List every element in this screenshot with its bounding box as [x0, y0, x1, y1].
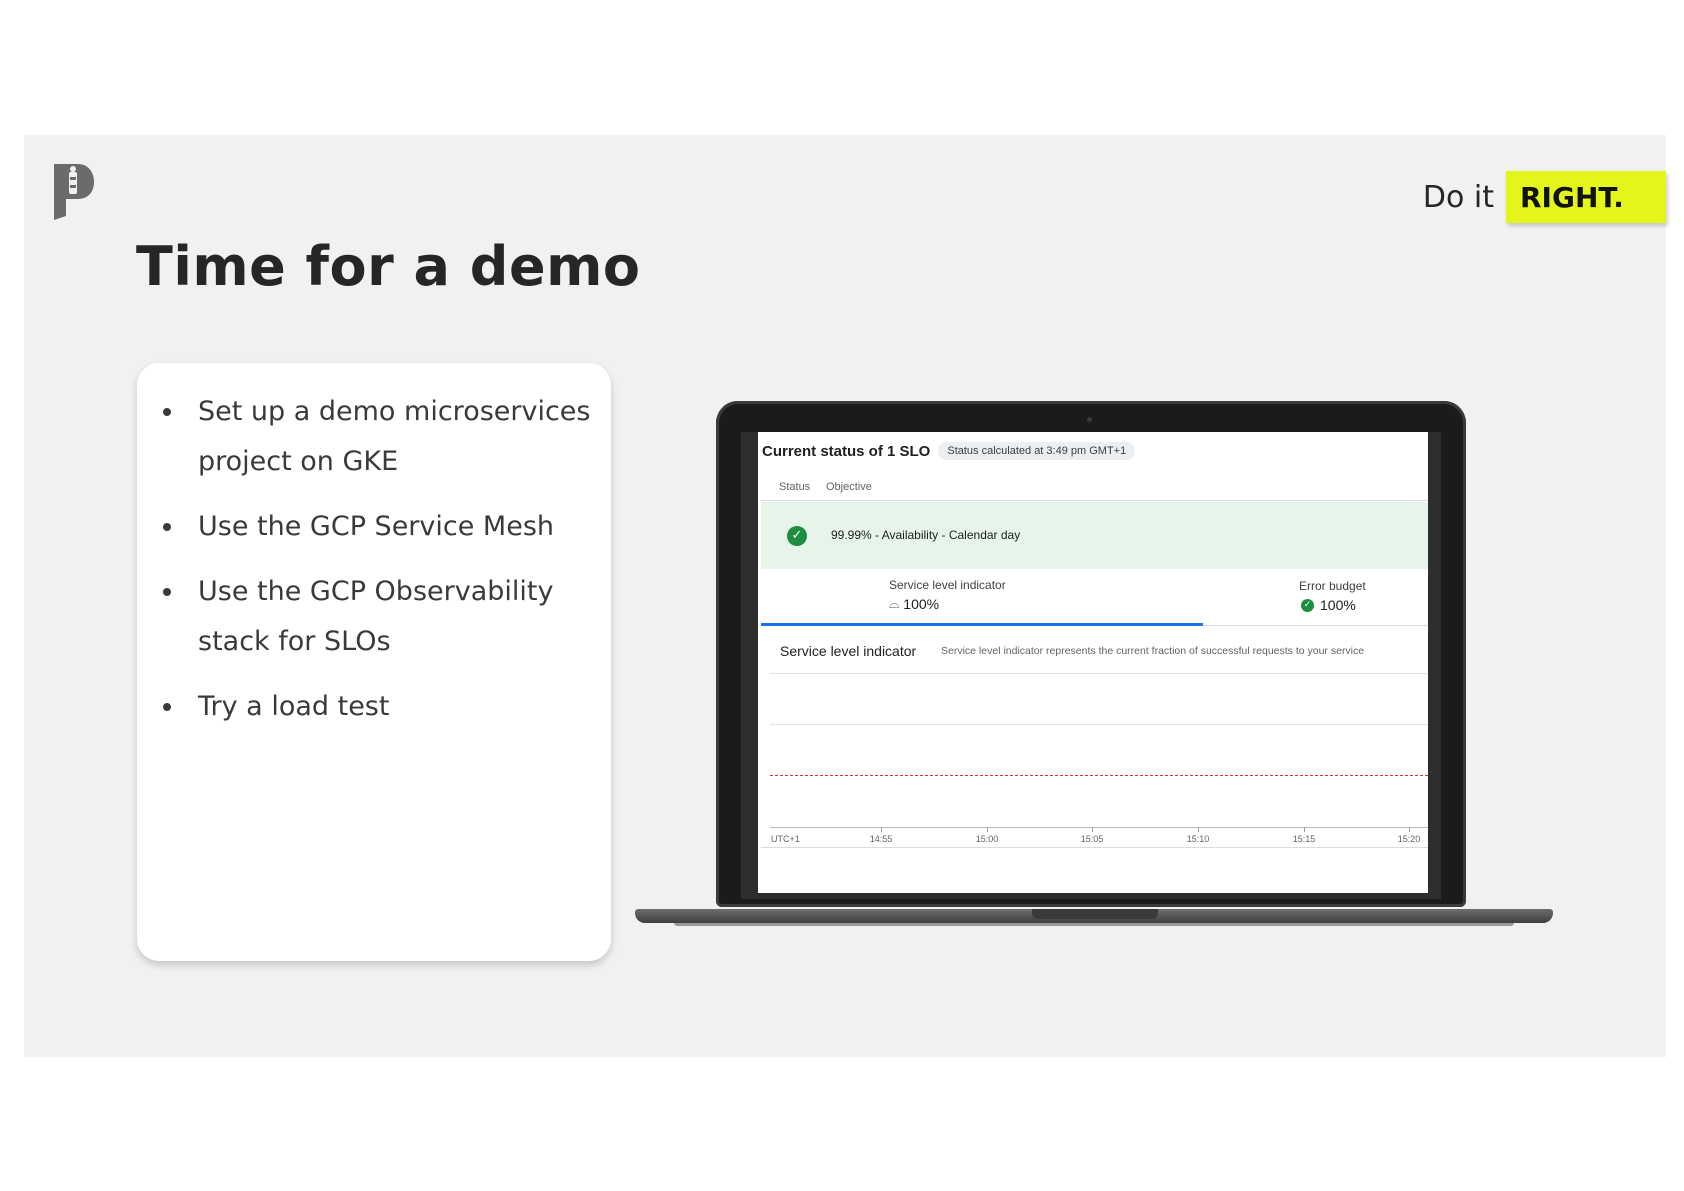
axis-timezone: UTC+1 — [771, 834, 800, 844]
check-circle-icon: ✓ — [1301, 598, 1314, 612]
slide: Do it RIGHT. Time for a demo Set up a de… — [24, 135, 1666, 1057]
slo-screen: Current status of 1 SLO Status calculate… — [758, 432, 1428, 893]
bullet-dot-icon — [163, 408, 171, 416]
axis-tick-label: 15:15 — [1292, 834, 1316, 844]
tagline-prefix: Do it — [1422, 179, 1494, 215]
sli-value-row: ⌓ 100% — [889, 596, 939, 612]
column-header-objective[interactable]: Objective — [826, 481, 872, 493]
slo-threshold-line — [770, 775, 1428, 776]
axis-tick — [987, 827, 988, 832]
check-circle-icon: ✓ — [787, 526, 807, 546]
tagline-highlight: RIGHT. — [1506, 171, 1666, 223]
axis-tick-label: 15:20 — [1397, 834, 1421, 844]
bullet-dot-icon — [163, 523, 171, 531]
laptop-foot — [674, 923, 1514, 926]
chart-x-axis — [770, 827, 1428, 828]
bullet-text: Use the GCP Observability stack for SLOs — [198, 576, 554, 657]
list-item: Use the GCP Observability stack for SLOs — [161, 567, 595, 667]
axis-tick — [1304, 827, 1305, 832]
error-budget-row: ✓ 100% — [1301, 597, 1356, 613]
tagline: Do it RIGHT. — [1423, 171, 1666, 223]
list-item: Use the GCP Service Mesh — [161, 502, 595, 552]
slo-title: Current status of 1 SLO — [762, 442, 931, 460]
divider — [761, 847, 1428, 848]
axis-tick — [1092, 827, 1093, 832]
gauge-icon: ⌓ — [889, 596, 900, 612]
bullet-text: Try a load test — [198, 691, 390, 722]
p-logo-icon — [54, 164, 94, 220]
slo-objective: 99.99% - Availability - Calendar day — [831, 528, 1021, 542]
bullet-dot-icon — [163, 588, 171, 596]
bullet-dot-icon — [163, 703, 171, 711]
slide-title: Time for a demo — [136, 235, 641, 298]
slo-row[interactable]: ✓ 99.99% - Availability - Calendar day — [761, 502, 1428, 569]
axis-tick — [881, 827, 882, 832]
sli-description: Service level indicator represents the c… — [941, 645, 1365, 657]
error-budget-value: 100% — [1320, 597, 1356, 613]
axis-tick-label: 14:55 — [869, 834, 893, 844]
list-item: Try a load test — [161, 682, 595, 732]
status-chip: Status calculated at 3:49 pm GMT+1 — [938, 442, 1136, 460]
bullet-card: Set up a demo microservices project on G… — [137, 363, 611, 961]
bullet-list: Set up a demo microservices project on G… — [137, 363, 611, 732]
tab-sli-active-indicator[interactable] — [761, 623, 1203, 626]
column-header-status[interactable]: Status — [779, 481, 810, 493]
bullet-text: Use the GCP Service Mesh — [198, 511, 555, 542]
sli-value: 100% — [903, 596, 940, 612]
bullet-text: Set up a demo microservices project on G… — [198, 396, 591, 477]
sli-section-title: Service level indicator — [780, 643, 917, 659]
sli-label: Service level indicator — [889, 578, 1006, 592]
slo-header: Current status of 1 SLO Status calculate… — [762, 442, 1136, 460]
laptop-lid: Current status of 1 SLO Status calculate… — [716, 401, 1466, 907]
divider — [761, 500, 1428, 501]
axis-tick — [1409, 827, 1410, 832]
camera-icon — [1087, 417, 1092, 422]
chart-gridline — [770, 673, 1428, 674]
axis-tick-label: 15:10 — [1186, 834, 1210, 844]
list-item: Set up a demo microservices project on G… — [161, 387, 595, 487]
error-budget-label: Error budget — [1299, 579, 1366, 593]
axis-tick — [1198, 827, 1199, 832]
laptop-notch — [1032, 909, 1158, 919]
screen-bezel: Current status of 1 SLO Status calculate… — [741, 432, 1441, 899]
axis-tick-label: 15:00 — [975, 834, 999, 844]
axis-tick-label: 15:05 — [1080, 834, 1104, 844]
chart-gridline — [770, 724, 1428, 725]
